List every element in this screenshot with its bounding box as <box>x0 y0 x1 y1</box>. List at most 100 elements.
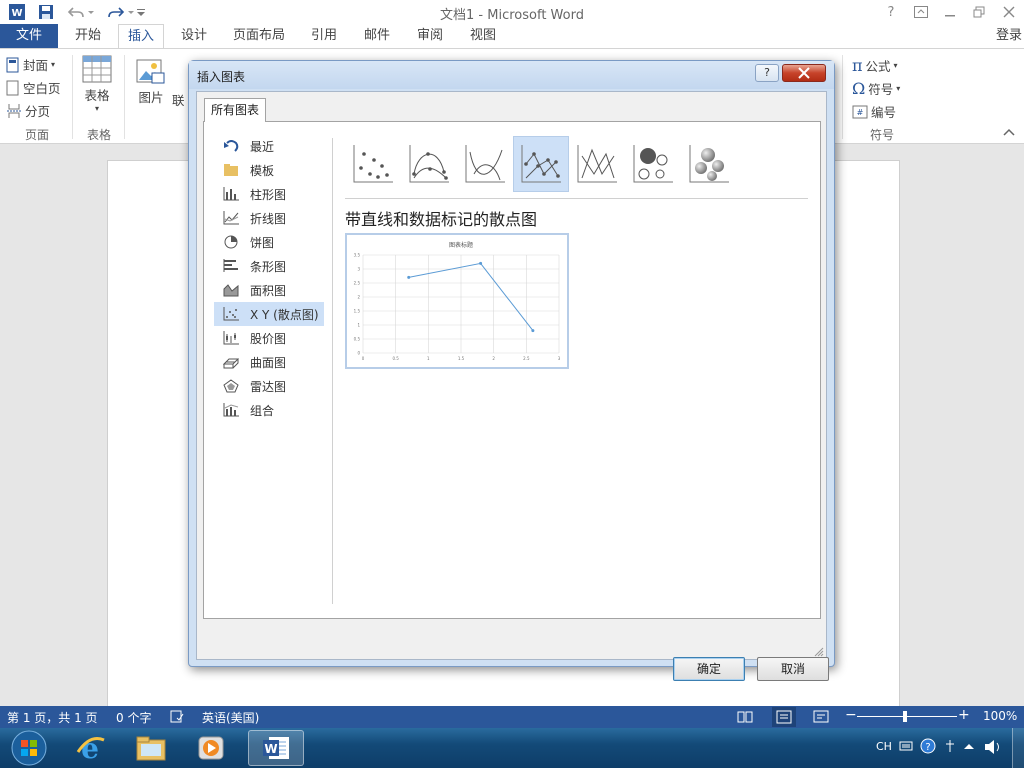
print-layout-icon[interactable] <box>772 707 796 727</box>
radar-chart-icon <box>222 378 240 394</box>
folder-icon <box>222 162 240 178</box>
subtype-scatter-smooth-markers[interactable] <box>401 136 457 192</box>
start-button[interactable] <box>4 730 54 766</box>
taskbar: e W CH ? <box>0 728 1024 768</box>
chart-type-bar[interactable]: 条形图 <box>214 254 324 278</box>
tab-all-charts[interactable]: 所有图表 <box>204 98 266 122</box>
scatter-straight-icon <box>576 144 618 184</box>
subtype-scatter-smooth[interactable] <box>457 136 513 192</box>
zoom-level[interactable]: 100% <box>983 709 1017 723</box>
media-player-icon[interactable] <box>186 730 236 766</box>
symbol-button[interactable]: Ω 符号 ▾ <box>852 79 900 98</box>
chart-type-label: 条形图 <box>250 259 287 274</box>
tab-design[interactable]: 设计 <box>172 24 216 48</box>
zoom-slider-track[interactable] <box>857 716 957 717</box>
language-indicator[interactable]: 英语(美国) <box>202 709 259 726</box>
ime-indicator[interactable]: CH <box>876 740 892 753</box>
equation-button[interactable]: π 公式 ▾ <box>852 56 898 75</box>
tab-mailings[interactable]: 邮件 <box>355 24 399 48</box>
subtype-bubble-3d[interactable] <box>681 136 737 192</box>
help-button[interactable]: ? <box>881 3 901 21</box>
all-charts-panel: 最近 模板 柱形图 折线图 饼图 条形图 面积图 X Y (散点图) 股价图 曲… <box>203 121 821 619</box>
chart-type-stock[interactable]: 股价图 <box>214 326 324 350</box>
resize-grip[interactable] <box>814 647 824 657</box>
close-button[interactable] <box>999 3 1019 21</box>
collapse-ribbon-icon[interactable] <box>1003 128 1015 138</box>
number-button[interactable]: # 编号 <box>852 102 896 121</box>
equation-label: 公式 <box>865 59 891 74</box>
web-layout-icon[interactable] <box>813 710 829 723</box>
blank-page-button[interactable]: 空白页 <box>6 78 61 97</box>
ok-button[interactable]: 确定 <box>673 657 745 681</box>
tab-view[interactable]: 视图 <box>461 24 505 48</box>
zoom-out-button[interactable]: − <box>845 707 857 723</box>
dialog-help-button[interactable]: ? <box>755 64 779 82</box>
insert-chart-dialog: 插入图表 ? 所有图表 最近 模板 柱形图 折线图 饼图 条形图 面积图 X Y… <box>188 60 835 681</box>
ribbon-tabs: 文件 开始 插入 设计 页面布局 引用 邮件 审阅 视图 登录 <box>0 24 1024 49</box>
sign-in-link[interactable]: 登录 <box>996 24 1024 48</box>
subtype-scatter[interactable] <box>345 136 401 192</box>
chart-type-templates[interactable]: 模板 <box>214 158 324 182</box>
proofing-icon[interactable] <box>170 710 184 723</box>
cancel-button[interactable]: 取消 <box>757 657 829 681</box>
chart-type-column[interactable]: 柱形图 <box>214 182 324 206</box>
column-chart-icon <box>222 186 240 202</box>
picture-button[interactable]: 图片 <box>136 57 166 106</box>
keyboard-icon[interactable] <box>899 739 913 753</box>
tab-home[interactable]: 开始 <box>66 24 110 48</box>
zoom-in-button[interactable]: + <box>958 707 970 723</box>
chart-type-label: 饼图 <box>250 235 275 250</box>
read-mode-icon[interactable] <box>737 710 753 723</box>
subtype-bubble[interactable] <box>625 136 681 192</box>
chart-type-radar[interactable]: 雷达图 <box>214 374 324 398</box>
combo-chart-icon <box>222 402 240 418</box>
subtype-scatter-straight[interactable] <box>569 136 625 192</box>
x-tick-label: 2 <box>492 356 495 361</box>
tab-review[interactable]: 审阅 <box>408 24 452 48</box>
tab-page-layout[interactable]: 页面布局 <box>226 24 292 48</box>
chart-type-recent[interactable]: 最近 <box>214 134 324 158</box>
restore-button[interactable] <box>969 3 989 21</box>
file-explorer-icon[interactable] <box>126 730 176 766</box>
chart-type-label: 雷达图 <box>250 379 287 394</box>
chart-preview[interactable]: 图表标题 0 0.5 1 1.5 2 2.5 3 3.5 0 0.5 1 1.5 2 2.5 3 <box>345 233 569 369</box>
tab-references[interactable]: 引用 <box>302 24 346 48</box>
scatter-chart-icon <box>222 306 240 322</box>
dialog-titlebar: 插入图表 ? <box>189 61 834 89</box>
table-label: 表格 <box>84 88 110 103</box>
chart-type-surface[interactable]: 曲面图 <box>214 350 324 374</box>
subtype-scatter-straight-markers[interactable] <box>513 136 569 192</box>
word-count[interactable]: 0 个字 <box>116 709 151 726</box>
table-button[interactable]: 表格 ▾ <box>82 55 112 113</box>
word-taskbar-button[interactable]: W <box>248 730 304 766</box>
symbol-label: 符号 <box>868 82 894 97</box>
chart-type-area[interactable]: 面积图 <box>214 278 324 302</box>
page-break-button[interactable]: 分页 <box>6 101 50 120</box>
chart-type-label: 面积图 <box>250 283 287 298</box>
scatter-icon <box>352 144 394 184</box>
chart-type-label: 柱形图 <box>250 187 287 202</box>
tab-file[interactable]: 文件 <box>0 24 58 48</box>
ime-settings-icon[interactable] <box>944 739 956 753</box>
x-tick-label: 0.5 <box>392 356 399 361</box>
ribbon-display-options-icon[interactable] <box>911 3 931 21</box>
volume-icon[interactable] <box>983 738 1003 756</box>
minimize-button[interactable] <box>940 3 960 21</box>
chart-type-pie[interactable]: 饼图 <box>214 230 324 254</box>
online-pictures-button[interactable]: 联 <box>172 90 185 109</box>
chart-type-line[interactable]: 折线图 <box>214 206 324 230</box>
group-label-tables: 表格 <box>86 128 111 142</box>
dialog-close-button[interactable] <box>782 64 826 82</box>
cover-page-button[interactable]: 封面 ▾ <box>6 55 55 74</box>
help-tray-icon[interactable]: ? <box>920 738 936 754</box>
chart-type-combo[interactable]: 组合 <box>214 398 324 422</box>
group-label-pages: 页面 <box>24 128 49 142</box>
tab-insert[interactable]: 插入 <box>118 24 164 49</box>
zoom-slider-thumb[interactable] <box>903 711 907 722</box>
chart-type-scatter[interactable]: X Y (散点图) <box>214 302 324 326</box>
page-count[interactable]: 第 1 页，共 1 页 <box>7 709 98 726</box>
internet-explorer-icon[interactable]: e <box>66 730 114 766</box>
show-desktop-button[interactable] <box>1012 728 1024 768</box>
y-tick-label: 3 <box>357 267 360 272</box>
show-hidden-icons-icon[interactable] <box>963 741 975 751</box>
